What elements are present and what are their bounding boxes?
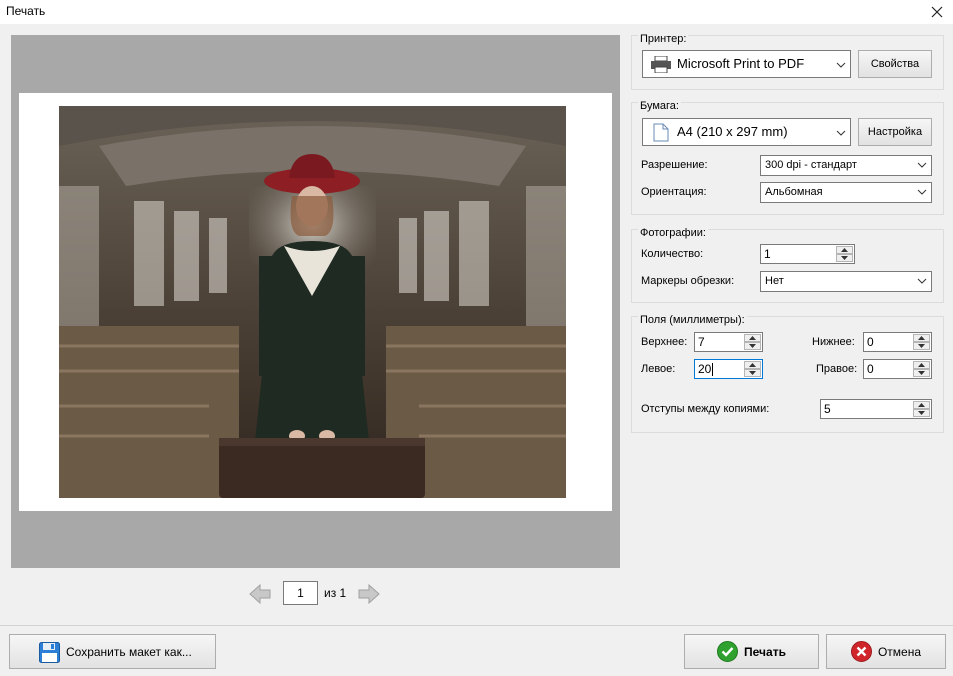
resolution-select[interactable]: 300 dpi - стандарт [760, 155, 932, 176]
increment-arrow-icon[interactable] [744, 361, 761, 369]
crop-marks-select[interactable]: Нет [760, 271, 932, 292]
page-navigator: 1 из 1 [0, 580, 631, 608]
decrement-arrow-icon[interactable] [913, 369, 930, 377]
count-label: Количество: [641, 248, 704, 260]
margin-left-label: Левое: [641, 363, 676, 375]
margin-right-value: 0 [867, 362, 874, 376]
paper-group-label: Бумага: [638, 100, 681, 112]
increment-arrow-icon[interactable] [913, 361, 930, 369]
save-layout-button[interactable]: Сохранить макет как... [9, 634, 216, 669]
increment-arrow-icon[interactable] [836, 246, 853, 254]
paper-size-select[interactable]: A4 (210 x 297 mm) [642, 118, 851, 146]
close-icon[interactable] [927, 2, 947, 22]
margin-bottom-value: 0 [867, 335, 874, 349]
floppy-disk-icon [39, 642, 60, 663]
margin-top-value: 7 [698, 335, 705, 349]
footer-divider [0, 625, 953, 626]
photos-group: Фотографии: Количество: 1 Маркеры обрезк… [631, 227, 944, 303]
decrement-arrow-icon[interactable] [744, 342, 761, 350]
chevron-down-icon [917, 189, 927, 195]
printer-properties-button[interactable]: Свойства [858, 50, 932, 78]
save-layout-label: Сохранить макет как... [66, 644, 192, 659]
cancel-button[interactable]: Отмена [826, 634, 946, 669]
chevron-down-icon [836, 130, 846, 136]
decrement-arrow-icon[interactable] [913, 409, 930, 417]
printer-selected-value: Microsoft Print to PDF [677, 56, 805, 71]
paper-group: Бумага: A4 (210 x 297 mm) Настройка Разр… [631, 100, 944, 215]
prev-page-arrow-icon[interactable] [248, 582, 272, 606]
margin-bottom-stepper[interactable]: 0 [863, 332, 932, 352]
decrement-arrow-icon[interactable] [913, 342, 930, 350]
orientation-select[interactable]: Альбомная [760, 182, 932, 203]
margins-group-label: Поля (миллиметры): [638, 314, 747, 326]
document-icon [653, 123, 669, 142]
cancel-button-label: Отмена [877, 644, 922, 659]
paper-setup-button[interactable]: Настройка [858, 118, 932, 146]
copy-spacing-value: 5 [824, 402, 831, 416]
margin-bottom-label: Нижнее: [812, 336, 855, 348]
cancel-icon [850, 641, 872, 662]
orientation-label: Ориентация: [641, 186, 707, 198]
photo-preview [59, 106, 566, 498]
margins-group: Поля (миллиметры): Верхнее: 7 Нижнее: 0 … [631, 314, 944, 433]
print-button[interactable]: Печать [684, 634, 819, 669]
print-button-label: Печать [744, 644, 786, 659]
checkmark-icon [717, 641, 739, 662]
chevron-down-icon [836, 62, 846, 68]
photos-group-label: Фотографии: [638, 227, 708, 239]
paper-size-value: A4 (210 x 297 mm) [677, 124, 788, 139]
margin-left-value: 20 [698, 362, 712, 376]
next-page-arrow-icon[interactable] [357, 582, 381, 606]
paper-sheet [19, 93, 612, 511]
resolution-value: 300 dpi - стандарт [765, 159, 857, 171]
margin-right-label: Правое: [816, 363, 858, 375]
crop-marks-value: Нет [765, 275, 784, 287]
printer-select[interactable]: Microsoft Print to PDF [642, 50, 851, 78]
margin-top-label: Верхнее: [641, 336, 688, 348]
copy-spacing-label: Отступы между копиями: [641, 403, 770, 415]
increment-arrow-icon[interactable] [913, 401, 930, 409]
increment-arrow-icon[interactable] [913, 334, 930, 342]
printer-icon [651, 56, 671, 73]
count-stepper[interactable]: 1 [760, 244, 855, 264]
title-bar: Печать [0, 0, 953, 24]
count-value: 1 [764, 247, 771, 261]
printer-group-label: Принтер: [638, 33, 689, 45]
decrement-arrow-icon[interactable] [836, 254, 853, 262]
chevron-down-icon [917, 278, 927, 284]
margin-left-stepper[interactable]: 20 [694, 359, 763, 379]
crop-marks-label: Маркеры обрезки: [641, 275, 735, 287]
copy-spacing-stepper[interactable]: 5 [820, 399, 932, 419]
print-preview [11, 35, 620, 568]
margin-right-stepper[interactable]: 0 [863, 359, 932, 379]
page-number-input[interactable]: 1 [283, 581, 318, 605]
printer-group: Принтер: Microsoft Print to PDF Свойства [631, 33, 944, 90]
decrement-arrow-icon[interactable] [744, 369, 761, 377]
margin-top-stepper[interactable]: 7 [694, 332, 763, 352]
increment-arrow-icon[interactable] [744, 334, 761, 342]
resolution-label: Разрешение: [641, 159, 708, 171]
chevron-down-icon [917, 162, 927, 168]
text-caret [712, 363, 713, 376]
page-count-label: из 1 [324, 586, 347, 600]
window-title: Печать [6, 4, 46, 18]
orientation-value: Альбомная [765, 186, 823, 198]
